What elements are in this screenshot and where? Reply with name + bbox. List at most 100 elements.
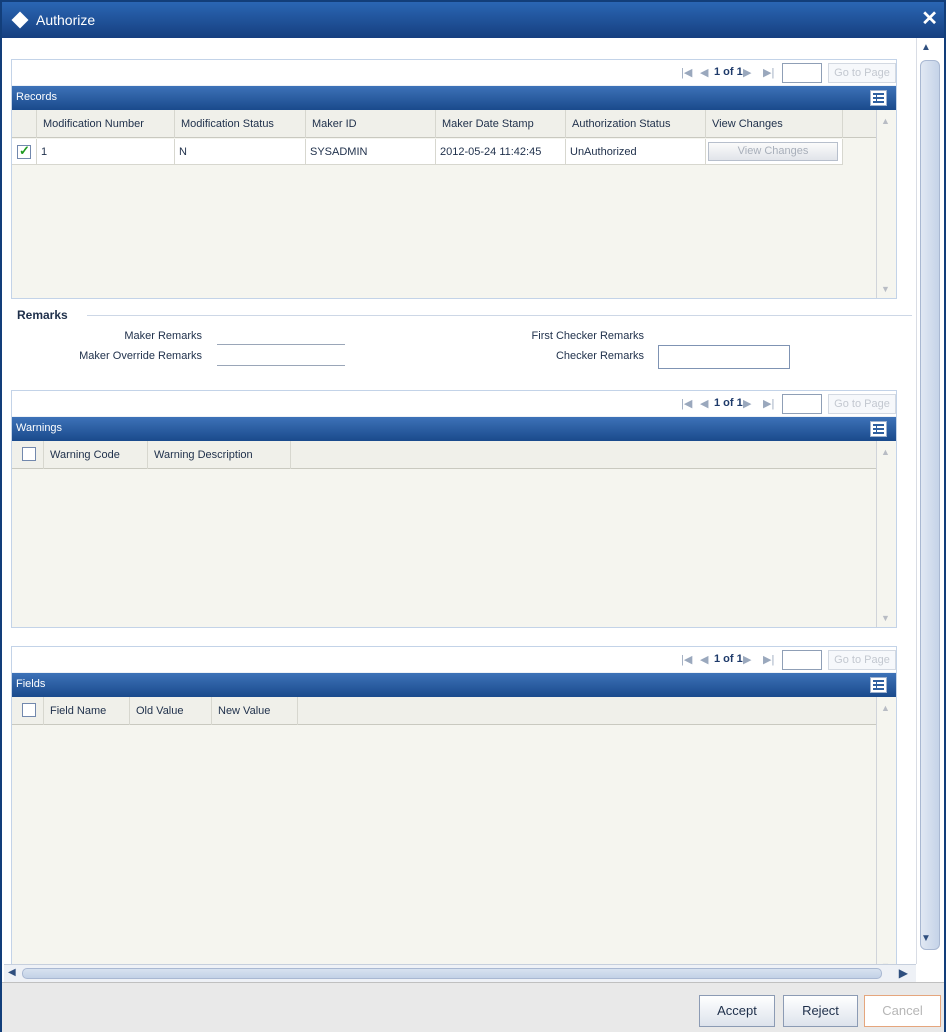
- maker-override-remarks-field[interactable]: [217, 365, 345, 366]
- scroll-up-icon[interactable]: ▲: [881, 447, 890, 457]
- row-select-cell: [12, 139, 37, 165]
- records-grid-header: Modification Number Modification Status …: [12, 110, 876, 138]
- remarks-divider: [87, 315, 912, 316]
- page-info: 1 of 1: [714, 66, 743, 78]
- scroll-up-icon[interactable]: ▲: [921, 42, 931, 53]
- last-page-icon[interactable]: ▶|: [763, 66, 774, 79]
- prev-page-icon[interactable]: ◀: [700, 397, 708, 410]
- records-title: Records: [16, 91, 57, 103]
- fields-header: Fields: [12, 673, 896, 697]
- row-checkbox[interactable]: [17, 143, 31, 159]
- footer-bar: Accept Reject Cancel: [2, 982, 944, 1032]
- authorization-status-cell: UnAuthorized: [566, 139, 706, 165]
- column-header[interactable]: View Changes: [706, 110, 843, 138]
- column-header[interactable]: Modification Status: [175, 110, 306, 138]
- grid-settings-icon[interactable]: [870, 90, 887, 106]
- reject-button[interactable]: Reject: [783, 995, 858, 1027]
- next-page-icon[interactable]: ▶: [743, 66, 751, 79]
- first-page-icon[interactable]: |◀: [681, 66, 692, 79]
- modification-number-cell: 1: [37, 139, 175, 165]
- scroll-thumb[interactable]: [22, 968, 882, 979]
- close-icon[interactable]: ✕: [921, 7, 938, 31]
- column-header[interactable]: Warning Description: [148, 441, 291, 469]
- warnings-panel: |◀ ◀ 1 of 1 ▶ ▶| Go to Page Warnings War…: [11, 390, 897, 628]
- scroll-up-icon[interactable]: ▲: [881, 703, 890, 713]
- fields-title: Fields: [16, 678, 46, 690]
- next-page-icon[interactable]: ▶: [743, 397, 751, 410]
- page-number-input[interactable]: [782, 63, 822, 83]
- scroll-down-icon[interactable]: ▼: [881, 613, 890, 623]
- view-changes-button[interactable]: View Changes: [708, 142, 838, 161]
- column-header[interactable]: Maker Date Stamp: [436, 110, 566, 138]
- maker-override-remarks-label: Maker Override Remarks: [79, 350, 202, 362]
- records-pager: |◀ ◀ 1 of 1 ▶ ▶| Go to Page: [12, 60, 896, 86]
- cancel-button[interactable]: Cancel: [864, 995, 941, 1027]
- table-row[interactable]: 1 N SYSADMIN 2012-05-24 11:42:45 UnAutho…: [12, 139, 843, 165]
- scroll-down-icon[interactable]: ▼: [921, 933, 931, 944]
- checker-remarks-input[interactable]: [658, 345, 790, 369]
- prev-page-icon[interactable]: ◀: [700, 66, 708, 79]
- maker-id-cell: SYSADMIN: [306, 139, 436, 165]
- last-page-icon[interactable]: ▶|: [763, 653, 774, 666]
- page-number-input[interactable]: [782, 650, 822, 670]
- column-header[interactable]: Modification Number: [37, 110, 175, 138]
- warnings-grid-scrollbar[interactable]: ▲ ▼: [876, 441, 896, 627]
- remarks-legend: Remarks: [17, 308, 68, 322]
- warnings-header: Warnings: [12, 417, 896, 441]
- records-header: Records: [12, 86, 896, 110]
- column-header[interactable]: Maker ID: [306, 110, 436, 138]
- prev-page-icon[interactable]: ◀: [700, 653, 708, 666]
- records-grid-scrollbar[interactable]: ▲ ▼: [876, 110, 896, 298]
- first-page-icon[interactable]: |◀: [681, 653, 692, 666]
- first-checker-remarks-label: First Checker Remarks: [531, 330, 644, 342]
- fields-pager: |◀ ◀ 1 of 1 ▶ ▶| Go to Page: [12, 647, 896, 673]
- scroll-left-icon[interactable]: ◀: [8, 967, 16, 978]
- modification-status-cell: N: [175, 139, 306, 165]
- fields-grid: Field Name Old Value New Value ▲ ▼: [12, 697, 896, 964]
- fields-grid-scrollbar[interactable]: ▲ ▼: [876, 697, 896, 964]
- diamond-icon: [11, 11, 29, 29]
- scroll-up-icon[interactable]: ▲: [881, 116, 890, 126]
- warnings-title: Warnings: [16, 422, 63, 434]
- warnings-grid-header: Warning Code Warning Description: [12, 441, 876, 469]
- scroll-thumb[interactable]: [920, 60, 940, 950]
- fields-grid-header: Field Name Old Value New Value: [12, 697, 876, 725]
- column-header[interactable]: Old Value: [130, 697, 212, 725]
- page-info: 1 of 1: [714, 653, 743, 665]
- checker-remarks-label: Checker Remarks: [555, 350, 644, 362]
- scroll-right-icon[interactable]: ▶: [899, 966, 908, 980]
- warnings-grid: Warning Code Warning Description ▲ ▼: [12, 441, 896, 627]
- next-page-icon[interactable]: ▶: [743, 653, 751, 666]
- fields-panel: |◀ ◀ 1 of 1 ▶ ▶| Go to Page Fields Field…: [11, 646, 897, 964]
- select-all-cell: [12, 697, 44, 725]
- page-number-input[interactable]: [782, 394, 822, 414]
- go-to-page-button[interactable]: Go to Page: [828, 63, 896, 83]
- records-grid: Modification Number Modification Status …: [12, 110, 896, 298]
- maker-date-stamp-cell: 2012-05-24 11:42:45: [436, 139, 566, 165]
- grid-settings-icon[interactable]: [870, 421, 887, 437]
- authorize-window: Authorize ✕ |◀ ◀ 1 of 1 ▶ ▶| Go to Page …: [0, 0, 946, 1032]
- maker-remarks-label: Maker Remarks: [124, 330, 202, 342]
- go-to-page-button[interactable]: Go to Page: [828, 394, 896, 414]
- warnings-pager: |◀ ◀ 1 of 1 ▶ ▶| Go to Page: [12, 391, 896, 417]
- scroll-down-icon[interactable]: ▼: [881, 284, 890, 294]
- column-header[interactable]: Warning Code: [44, 441, 148, 469]
- window-title: Authorize: [36, 12, 96, 28]
- window-horizontal-scrollbar[interactable]: ◀ ▶: [4, 964, 916, 982]
- maker-remarks-field[interactable]: [217, 344, 345, 345]
- window-vertical-scrollbar[interactable]: ▲ ▼: [916, 38, 944, 964]
- title-bar: Authorize ✕: [2, 2, 944, 38]
- select-column-header: [12, 110, 37, 138]
- column-header[interactable]: Authorization Status: [566, 110, 706, 138]
- last-page-icon[interactable]: ▶|: [763, 397, 774, 410]
- select-all-checkbox[interactable]: [22, 447, 36, 461]
- column-header[interactable]: New Value: [212, 697, 298, 725]
- go-to-page-button[interactable]: Go to Page: [828, 650, 896, 670]
- column-header[interactable]: Field Name: [44, 697, 130, 725]
- first-page-icon[interactable]: |◀: [681, 397, 692, 410]
- select-all-checkbox[interactable]: [22, 703, 36, 717]
- content-area: |◀ ◀ 1 of 1 ▶ ▶| Go to Page Records Modi…: [2, 38, 916, 964]
- page-info: 1 of 1: [714, 397, 743, 409]
- accept-button[interactable]: Accept: [699, 995, 775, 1027]
- grid-settings-icon[interactable]: [870, 677, 887, 693]
